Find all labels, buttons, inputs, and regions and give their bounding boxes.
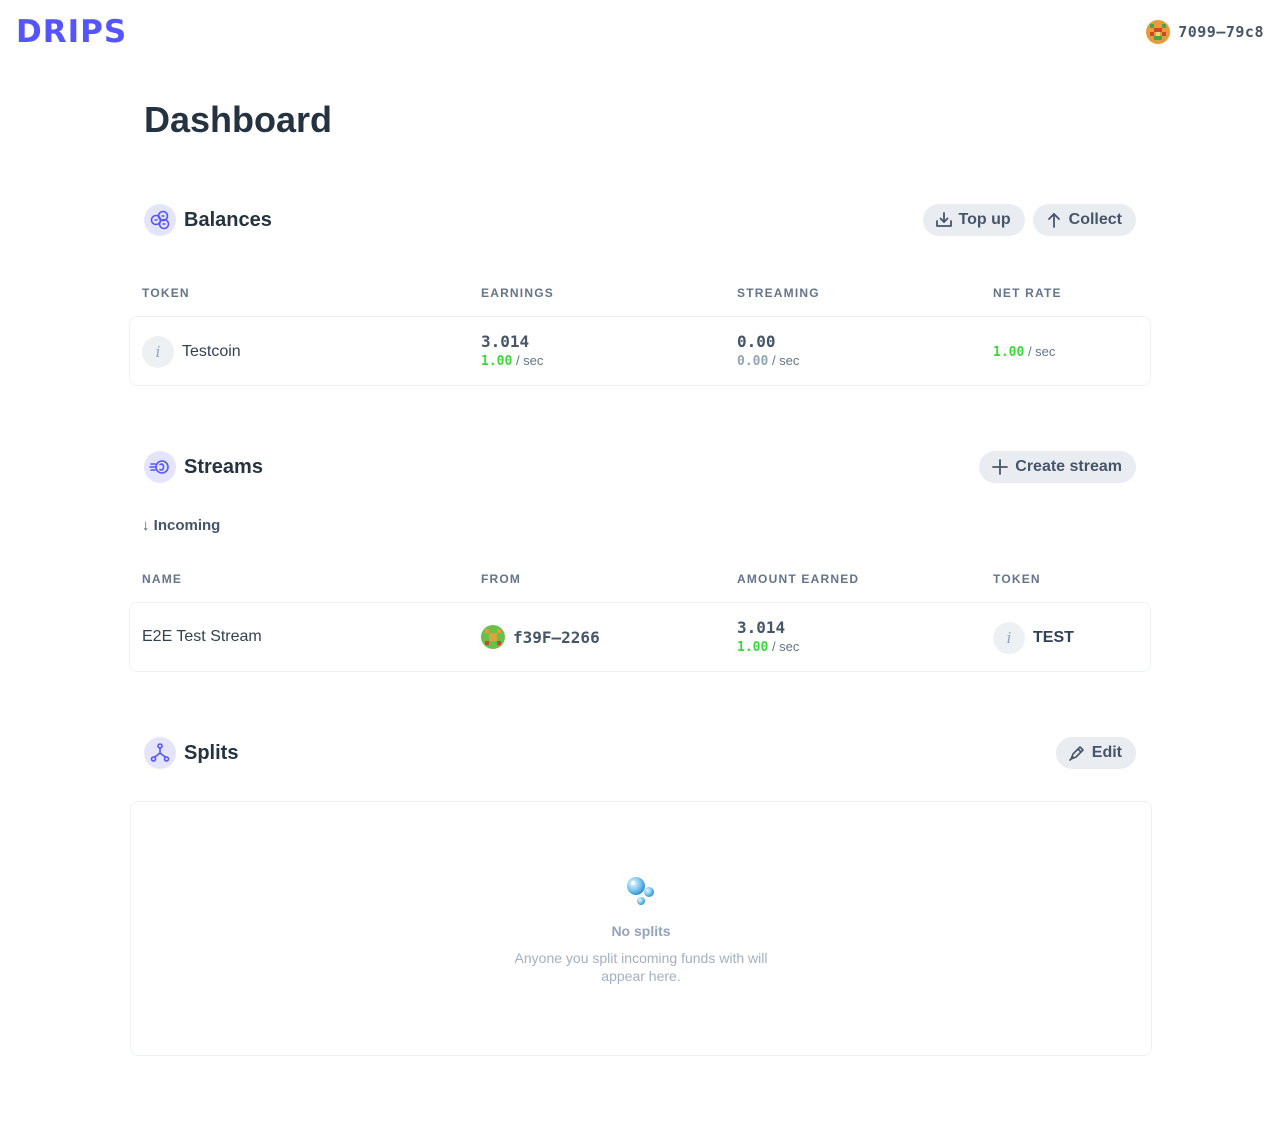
- rate-unit: / sec: [515, 353, 544, 368]
- streams-title: Streams: [184, 455, 263, 478]
- col-stream-token: TOKEN: [993, 572, 1041, 586]
- streaming-rate: 0.00: [737, 354, 769, 369]
- col-name: NAME: [142, 572, 183, 586]
- balances-title: Balances: [184, 208, 272, 231]
- stream-name: E2E Test Stream: [142, 628, 262, 645]
- rate-unit: / sec: [771, 353, 800, 368]
- token-info-icon: i: [993, 622, 1025, 654]
- collect-label: Collect: [1068, 211, 1122, 228]
- page-title: Dashboard: [144, 99, 333, 140]
- col-net-rate: NET RATE: [993, 286, 1062, 300]
- splits-title: Splits: [184, 741, 239, 764]
- empty-title: No splits: [611, 923, 671, 939]
- sender-address[interactable]: f39F—2266: [513, 628, 600, 647]
- col-token: TOKEN: [142, 286, 190, 300]
- edit-splits-button[interactable]: Edit: [1055, 737, 1136, 769]
- drips-logo[interactable]: DRIPS: [16, 14, 127, 50]
- rate-unit: / sec: [771, 639, 800, 654]
- amount-earned: 3.014: [737, 618, 786, 637]
- pen-icon: [1068, 746, 1084, 761]
- stream-token: TEST: [1033, 629, 1074, 646]
- plus-icon: [992, 459, 1009, 475]
- account-address: 7099—79c8: [1178, 23, 1264, 41]
- token-name: Testcoin: [182, 343, 241, 360]
- col-from: FROM: [481, 572, 522, 586]
- incoming-label: ↓ Incoming: [142, 517, 221, 534]
- account-button[interactable]: 7099—79c8: [1146, 20, 1264, 44]
- earnings-amount: 3.014: [481, 332, 530, 351]
- splits-header: Splits Edit: [144, 737, 1136, 769]
- sender-avatar: [481, 625, 505, 649]
- download-icon: [935, 212, 952, 227]
- arrow-up-icon: [1047, 213, 1060, 228]
- streams-table-header: NAME FROM AMOUNT EARNED TOKEN: [142, 572, 1142, 588]
- token-info-icon: i: [142, 336, 174, 368]
- col-amount-earned: AMOUNT EARNED: [737, 572, 860, 586]
- collect-button[interactable]: Collect: [1032, 204, 1136, 236]
- balances-header: Balances Top up Collect: [144, 204, 1136, 236]
- create-stream-button[interactable]: Create stream: [979, 451, 1136, 483]
- create-stream-label: Create stream: [1015, 458, 1122, 475]
- balances-table-header: TOKEN EARNINGS STREAMING NET RATE: [142, 286, 1142, 302]
- topup-label: Top up: [958, 211, 1011, 228]
- amount-rate: 1.00: [737, 640, 769, 655]
- edit-label: Edit: [1091, 744, 1122, 761]
- streams-header: Streams Create stream: [144, 451, 1136, 483]
- bubbles-icon: [627, 877, 654, 905]
- splits-icon: [144, 737, 176, 769]
- col-earnings: EARNINGS: [481, 286, 554, 300]
- balance-row[interactable]: i Testcoin 3.014 1.00 / sec 0.00 0.00 / …: [129, 316, 1151, 386]
- net-rate: 1.00: [993, 345, 1025, 360]
- account-avatar: [1146, 20, 1171, 44]
- col-streaming: STREAMING: [737, 286, 820, 300]
- streaming-amount: 0.00: [737, 332, 776, 351]
- stream-row[interactable]: E2E Test Stream f39F—2266 3.014 1.00 / s…: [129, 602, 1151, 672]
- splits-empty-state: No splits Anyone you split incoming fund…: [130, 801, 1152, 1056]
- earnings-rate: 1.00: [481, 354, 513, 369]
- stream-icon: [144, 451, 176, 483]
- coins-icon: [144, 204, 176, 236]
- empty-description: Anyone you split incoming funds with wil…: [514, 950, 768, 984]
- rate-unit: / sec: [1027, 344, 1056, 359]
- topup-button[interactable]: Top up: [922, 204, 1025, 236]
